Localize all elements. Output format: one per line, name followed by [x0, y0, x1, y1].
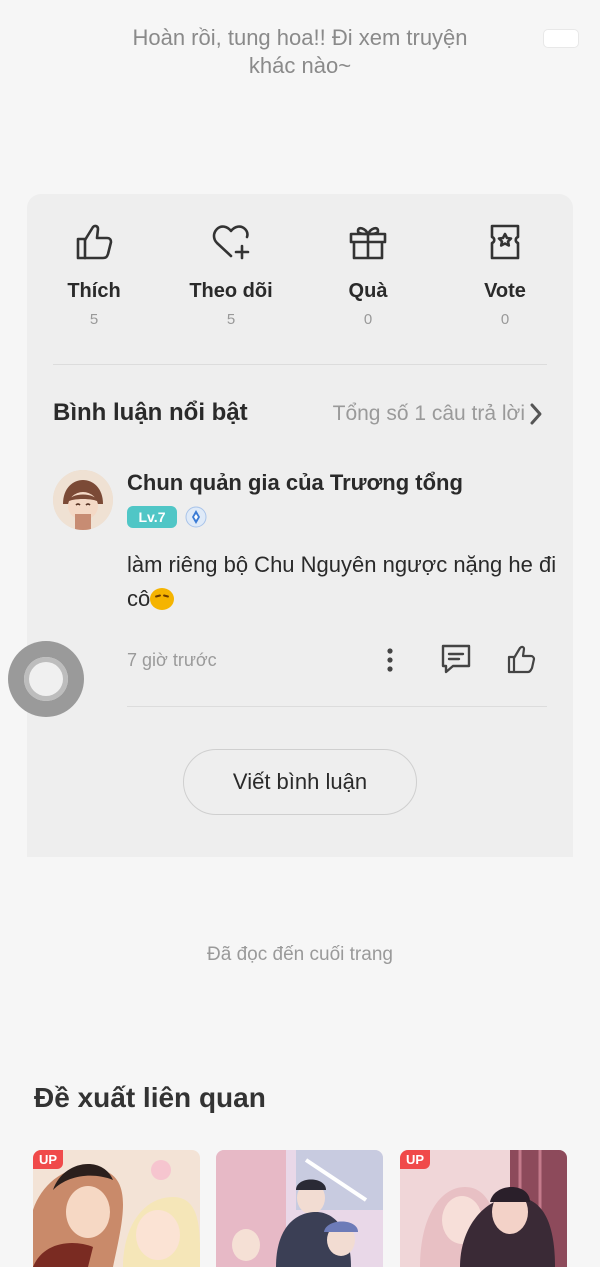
- comment-username[interactable]: Chun quản gia của Trương tổng: [127, 470, 463, 496]
- avatar[interactable]: [53, 470, 113, 530]
- level-badge: Lv.7: [127, 506, 177, 528]
- related-recommendations-title: Đề xuất liên quan: [34, 1082, 266, 1113]
- vote-action[interactable]: Vote 0: [440, 220, 570, 328]
- gift-action[interactable]: Quà 0: [303, 220, 433, 328]
- floating-assistive-button[interactable]: [8, 641, 84, 717]
- end-of-chapter-message: Hoàn rồi, tung hoa!! Đi xem truyện khác …: [0, 24, 600, 80]
- recommendation-card[interactable]: UP: [33, 1150, 200, 1267]
- comment-body: làm riêng bộ Chu Nguyên ngược nặng he đi…: [127, 552, 557, 611]
- featured-comments-title: Bình luận nổi bật: [53, 399, 248, 426]
- end-of-page-label: Đã đọc đến cuối trang: [207, 944, 393, 965]
- vote-label: Vote: [484, 280, 526, 302]
- vote-count: 0: [500, 311, 510, 328]
- comment-divider: [127, 706, 547, 707]
- chevron-right-icon: [530, 403, 542, 425]
- up-badge: UP: [400, 1150, 431, 1169]
- more-options-icon[interactable]: [379, 646, 401, 674]
- avatar-image: [53, 470, 113, 530]
- gift-count: 0: [363, 311, 373, 328]
- gift-label: Quà: [348, 280, 388, 302]
- recommendation-card[interactable]: [216, 1150, 383, 1267]
- like-comment-icon[interactable]: [505, 642, 539, 676]
- interaction-card: Thích 5 Theo dõi 5 Quà 0 Vote 0 Bình luậ…: [27, 194, 573, 857]
- follow-label: Theo dõi: [189, 280, 273, 302]
- follow-action[interactable]: Theo dõi 5: [166, 220, 296, 328]
- action-bar: Thích 5 Theo dõi 5 Quà 0 Vote 0: [27, 194, 573, 364]
- sad-emoji-icon: [150, 588, 175, 610]
- like-count: 5: [89, 311, 99, 328]
- divider: [53, 364, 547, 365]
- total-replies-label: Tổng số 1 câu trả lời: [332, 402, 525, 425]
- end-message-line-1: Hoàn rồi, tung hoa!! Đi xem truyện: [132, 25, 468, 50]
- end-message-line-2: khác nào~: [248, 53, 352, 78]
- comment-timestamp: 7 giờ trước: [127, 650, 217, 670]
- comment-text: làm riêng bộ Chu Nguyên ngược nặng he đi…: [127, 548, 557, 616]
- write-comment-button[interactable]: Viết bình luận: [183, 749, 417, 815]
- cover-image: [216, 1150, 383, 1267]
- reply-comment-icon[interactable]: [439, 642, 473, 676]
- gift-icon: [349, 226, 387, 260]
- up-badge: UP: [33, 1150, 64, 1169]
- vote-ticket-icon: [490, 224, 520, 260]
- vip-diamond-icon: [185, 506, 207, 528]
- heart-plus-icon: [212, 225, 250, 260]
- thumbs-up-icon: [76, 224, 113, 260]
- recommendation-card[interactable]: UP: [400, 1150, 567, 1267]
- follow-count: 5: [226, 311, 236, 328]
- total-replies-link[interactable]: Tổng số 1 câu trả lời: [333, 402, 543, 426]
- like-label: Thích: [67, 280, 121, 302]
- like-action[interactable]: Thích 5: [29, 220, 159, 328]
